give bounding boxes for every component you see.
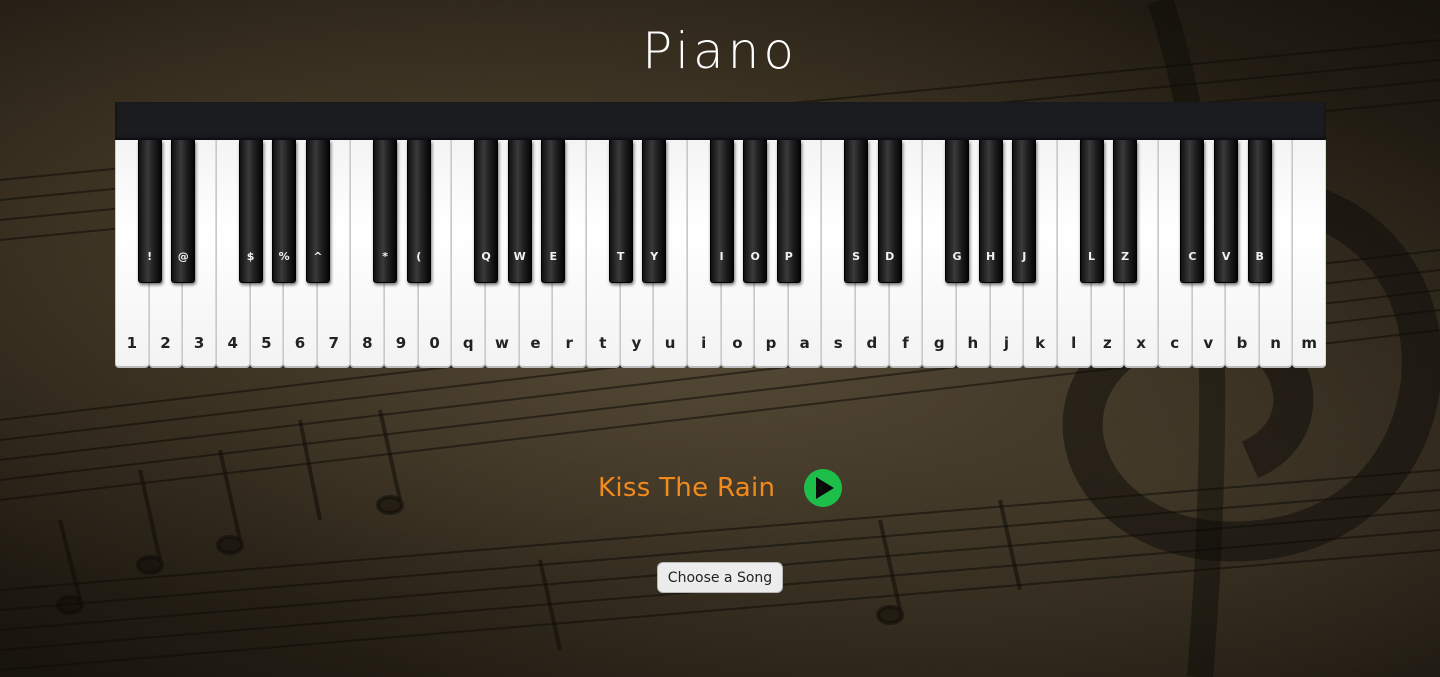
white-key-label: c	[1170, 334, 1180, 352]
black-key-label: W	[513, 250, 526, 263]
black-key[interactable]: I	[709, 140, 734, 283]
black-key-label: G	[952, 250, 962, 263]
white-key-label: 7	[328, 334, 339, 352]
black-key-label: L	[1088, 250, 1096, 263]
black-key-label: D	[885, 250, 895, 263]
black-key[interactable]: @	[171, 140, 196, 283]
white-key-label: k	[1035, 334, 1046, 352]
white-key-label: v	[1203, 334, 1214, 352]
black-key-label: Z	[1121, 250, 1130, 263]
black-key[interactable]: W	[507, 140, 532, 283]
white-key-label: s	[833, 334, 843, 352]
black-key[interactable]: Z	[1113, 140, 1138, 283]
white-key-label: u	[664, 334, 676, 352]
white-key-label: o	[732, 334, 743, 352]
white-key-label: j	[1003, 334, 1010, 352]
white-key-label: 2	[160, 334, 171, 352]
black-key-label: I	[719, 250, 724, 263]
black-key-label: @	[177, 250, 189, 263]
white-key-label: q	[462, 334, 474, 352]
black-key-label: !	[147, 250, 153, 263]
black-key[interactable]: ^	[305, 140, 330, 283]
white-key-label: e	[530, 334, 541, 352]
song-title: Kiss The Rain	[598, 473, 776, 503]
white-key-label: t	[599, 334, 607, 352]
black-key[interactable]: V	[1214, 140, 1239, 283]
black-key-label: P	[784, 250, 793, 263]
white-key-label: h	[967, 334, 979, 352]
black-key[interactable]: E	[541, 140, 566, 283]
white-key-label: n	[1270, 334, 1281, 352]
black-key[interactable]: Q	[474, 140, 499, 283]
black-key[interactable]: (	[406, 140, 431, 283]
black-key-label: J	[1022, 250, 1027, 263]
black-key-label: Q	[481, 250, 491, 263]
white-key-label: 8	[362, 334, 373, 352]
white-key-label: d	[866, 334, 878, 352]
black-key[interactable]: !	[137, 140, 162, 283]
play-icon	[816, 477, 835, 499]
black-key[interactable]: B	[1247, 140, 1272, 283]
black-key-label: O	[750, 250, 760, 263]
white-key-label: 5	[261, 334, 272, 352]
black-key[interactable]: L	[1079, 140, 1104, 283]
white-key-label: w	[494, 334, 509, 352]
black-key[interactable]: %	[272, 140, 297, 283]
black-key[interactable]: J	[1012, 140, 1037, 283]
black-key-label: (	[416, 250, 422, 263]
black-keys-row: ! @ $% ^ * ( Q W E T Y I O P S D G H J L Z C V B	[115, 140, 1326, 284]
white-key-label: 6	[294, 334, 306, 352]
black-key[interactable]: T	[608, 140, 633, 283]
white-key-label: 0	[429, 334, 440, 352]
black-key[interactable]: H	[978, 140, 1003, 283]
black-key-label: V	[1221, 250, 1231, 263]
black-key-label: C	[1188, 250, 1197, 263]
black-key[interactable]: P	[776, 140, 801, 283]
black-key-label: ^	[313, 250, 323, 263]
black-key-label: E	[549, 250, 558, 263]
black-key-label: H	[986, 250, 996, 263]
song-player: Kiss The Rain	[598, 468, 843, 508]
black-key-label: %	[278, 250, 290, 263]
black-key[interactable]: Y	[642, 140, 667, 283]
white-key-label: f	[902, 334, 909, 352]
white-key-label: y	[631, 334, 642, 352]
black-key-label: S	[852, 250, 861, 263]
black-key[interactable]: *	[373, 140, 398, 283]
white-key-label: x	[1136, 334, 1146, 352]
piano-frame	[115, 102, 1326, 140]
black-key-label: B	[1255, 250, 1264, 263]
black-key[interactable]: O	[743, 140, 768, 283]
white-key-label: l	[1071, 334, 1077, 352]
white-key-label: 3	[193, 334, 205, 352]
white-key-label: z	[1103, 334, 1112, 352]
choose-song-button[interactable]: Choose a Song	[657, 562, 783, 593]
black-key[interactable]: $	[238, 140, 263, 283]
black-key-label: $	[246, 250, 255, 263]
white-key-label: r	[565, 334, 573, 352]
white-key-label: p	[765, 334, 777, 352]
white-key-label: a	[799, 334, 810, 352]
black-key[interactable]: C	[1180, 140, 1205, 283]
piano-keyboard: 1 2 3 4 5 6 7 8 9 0 q w e r t y u i o p a s d f g h j k l z x c v b n m ! @ $…	[115, 102, 1327, 370]
black-key[interactable]: G	[944, 140, 969, 283]
black-key-label: *	[382, 250, 388, 263]
black-key-label: T	[616, 250, 625, 263]
page-title: Piano	[642, 22, 798, 80]
black-key[interactable]: S	[844, 140, 869, 283]
white-key-label: b	[1236, 334, 1248, 352]
black-key-label: Y	[650, 250, 659, 263]
white-key-label: g	[933, 334, 945, 352]
white-key-label: m	[1301, 334, 1318, 352]
white-key-label: i	[701, 334, 707, 352]
white-key-label: 4	[227, 334, 238, 352]
white-key-label: 1	[126, 334, 138, 352]
white-key-label: 9	[395, 334, 407, 352]
black-key[interactable]: D	[877, 140, 902, 283]
play-button[interactable]	[804, 469, 843, 507]
